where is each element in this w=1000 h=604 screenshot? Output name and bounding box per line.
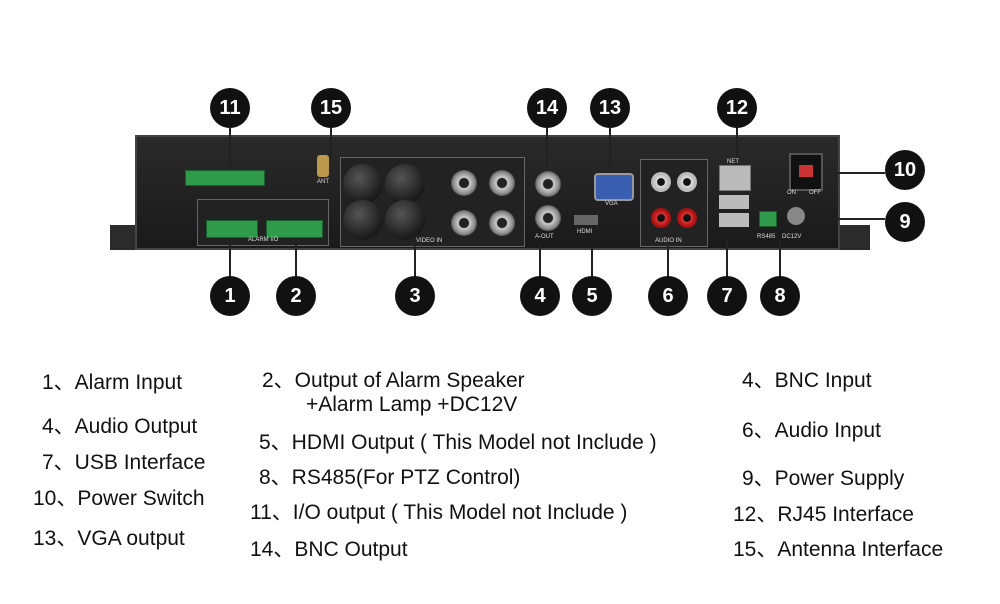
blank-knob bbox=[343, 164, 383, 204]
video-in-panel: VIDEO IN bbox=[340, 157, 525, 247]
legend-item: 8、RS485(For PTZ Control) bbox=[259, 466, 521, 489]
usb-port bbox=[719, 195, 749, 209]
marker-8: 8 bbox=[760, 276, 800, 316]
leader-line bbox=[539, 245, 541, 277]
marker-14: 14 bbox=[527, 88, 567, 128]
alarm-io-panel: ALARM I/O bbox=[197, 199, 329, 246]
bnc-input bbox=[451, 210, 477, 236]
dc12v-label: DC12V bbox=[782, 234, 802, 240]
rca-jack bbox=[651, 172, 671, 192]
legend-item: 2、Output of Alarm Speaker bbox=[262, 369, 525, 392]
dc-power-jack bbox=[787, 207, 805, 225]
leader-line bbox=[330, 128, 332, 158]
marker-5: 5 bbox=[572, 276, 612, 316]
legend-item: 7、USB Interface bbox=[42, 451, 206, 474]
legend-item: 13、VGA output bbox=[33, 527, 185, 550]
legend-item: 6、Audio Input bbox=[742, 419, 881, 442]
marker-3: 3 bbox=[395, 276, 435, 316]
leader-line bbox=[835, 218, 885, 220]
on-label: ON bbox=[787, 190, 796, 196]
marker-13: 13 bbox=[590, 88, 630, 128]
leader-line bbox=[779, 240, 781, 277]
marker-11: 11 bbox=[210, 88, 250, 128]
a-out-label: A-OUT bbox=[535, 234, 554, 240]
antenna-connector bbox=[317, 155, 329, 177]
alarm-io-label: ALARM I/O bbox=[248, 237, 279, 243]
vga-label: VGA bbox=[605, 201, 618, 207]
leader-line bbox=[414, 245, 416, 277]
blank-knob bbox=[385, 200, 425, 240]
audio-in-label: AUDIO IN bbox=[655, 238, 682, 244]
bnc-input bbox=[451, 170, 477, 196]
audio-output-bnc bbox=[535, 205, 561, 231]
product-diagram: ALARM I/O ANT VIDEO IN A-OUT VGA HDMI AU… bbox=[0, 0, 1000, 604]
marker-15: 15 bbox=[311, 88, 351, 128]
power-switch bbox=[789, 153, 823, 191]
bnc-input bbox=[489, 210, 515, 236]
marker-12: 12 bbox=[717, 88, 757, 128]
leader-line bbox=[295, 245, 297, 277]
legend-item: +Alarm Lamp +DC12V bbox=[306, 393, 518, 416]
switch-rocker bbox=[799, 165, 813, 177]
leader-line bbox=[591, 245, 593, 277]
rca-jack bbox=[677, 172, 697, 192]
rca-jack bbox=[651, 208, 671, 228]
leader-line bbox=[229, 128, 231, 168]
marker-1: 1 bbox=[210, 276, 250, 316]
marker-7: 7 bbox=[707, 276, 747, 316]
rs485-terminal bbox=[759, 211, 777, 227]
leader-line bbox=[835, 172, 885, 174]
alarm-output-terminal bbox=[266, 220, 323, 238]
leader-line bbox=[229, 245, 231, 277]
usb-port bbox=[719, 213, 749, 227]
marker-6: 6 bbox=[648, 276, 688, 316]
blank-knob bbox=[343, 200, 383, 240]
leader-line bbox=[736, 128, 738, 158]
rj45-port bbox=[719, 165, 751, 191]
legend-item: 10、Power Switch bbox=[33, 487, 205, 510]
audio-in-panel: AUDIO IN bbox=[640, 159, 708, 247]
leader-line bbox=[546, 128, 548, 168]
rca-jack bbox=[677, 208, 697, 228]
legend-item: 11、I/O output ( This Model not Include ) bbox=[250, 501, 628, 524]
marker-4: 4 bbox=[520, 276, 560, 316]
marker-10: 10 bbox=[885, 150, 925, 190]
rs485-label: RS485 bbox=[757, 234, 776, 240]
legend-item: 4、BNC Input bbox=[742, 369, 872, 392]
legend-item: 12、RJ45 Interface bbox=[733, 503, 914, 526]
marker-9: 9 bbox=[885, 202, 925, 242]
bnc-output bbox=[535, 171, 561, 197]
blank-knob bbox=[385, 164, 425, 204]
ant-label: ANT bbox=[317, 179, 329, 185]
legend-item: 1、Alarm Input bbox=[42, 371, 183, 394]
io-terminal-block bbox=[185, 170, 265, 186]
bnc-input bbox=[489, 170, 515, 196]
legend-item: 15、Antenna Interface bbox=[733, 538, 944, 561]
hdmi-label: HDMI bbox=[577, 229, 593, 235]
alarm-input-terminal bbox=[206, 220, 258, 238]
legend-item: 4、Audio Output bbox=[42, 415, 198, 438]
off-label: OFF bbox=[809, 190, 821, 196]
dvr-rear-panel: ALARM I/O ANT VIDEO IN A-OUT VGA HDMI AU… bbox=[135, 135, 840, 250]
legend-item: 14、BNC Output bbox=[250, 538, 408, 561]
hdmi-port bbox=[574, 215, 598, 225]
legend-item: 9、Power Supply bbox=[742, 467, 905, 490]
legend-item: 5、HDMI Output ( This Model not Include ) bbox=[259, 431, 657, 454]
marker-2: 2 bbox=[276, 276, 316, 316]
leader-line bbox=[667, 245, 669, 277]
video-in-label: VIDEO IN bbox=[416, 238, 443, 244]
leader-line bbox=[726, 240, 728, 277]
vga-port bbox=[594, 173, 634, 201]
leader-line bbox=[609, 128, 611, 168]
